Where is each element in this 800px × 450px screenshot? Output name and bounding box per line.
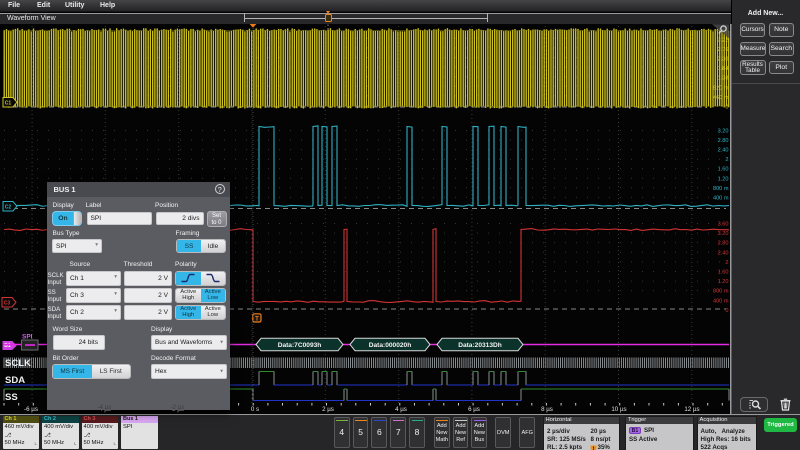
svg-text:SS: SS [5, 392, 18, 403]
svg-text:2 µs: 2 µs [322, 406, 334, 413]
svg-text:SDA: SDA [5, 375, 25, 386]
svg-text:400 m: 400 m [713, 298, 729, 304]
svg-text:-6 µs: -6 µs [24, 406, 38, 413]
svg-text:1.60: 1.60 [718, 270, 729, 276]
svg-text:12 µs: 12 µs [684, 406, 699, 413]
svg-text:460 m: 460 m [713, 95, 729, 101]
svg-text:SCLK: SCLK [5, 358, 31, 369]
svg-text:6 µs: 6 µs [468, 406, 480, 413]
svg-text:1.60: 1.60 [718, 167, 729, 173]
svg-text:0 s: 0 s [251, 406, 259, 413]
svg-text:C1: C1 [5, 100, 12, 106]
svg-text:Data:7C0093h: Data:7C0093h [278, 342, 322, 349]
svg-text:1.20: 1.20 [718, 279, 729, 285]
svg-text:2: 2 [725, 260, 728, 266]
svg-text:0: 0 [725, 308, 728, 314]
svg-text:8 µs: 8 µs [541, 406, 553, 413]
svg-text:800 m: 800 m [713, 186, 729, 192]
svg-text:2.40: 2.40 [718, 250, 729, 256]
svg-text:C2: C2 [5, 204, 12, 210]
svg-text:400 m: 400 m [713, 195, 729, 201]
svg-text:C3: C3 [4, 300, 11, 306]
svg-text:1.20: 1.20 [718, 176, 729, 182]
svg-text:3.60: 3.60 [718, 222, 729, 228]
svg-text:2.80: 2.80 [718, 138, 729, 144]
svg-text:3.22: 3.22 [718, 37, 729, 43]
svg-text:2.40: 2.40 [718, 148, 729, 154]
svg-text:3.20: 3.20 [718, 231, 729, 237]
svg-text:1.38: 1.38 [718, 76, 729, 82]
svg-text:2.30: 2.30 [718, 57, 729, 63]
svg-text:0: 0 [725, 105, 728, 111]
svg-text:2.76: 2.76 [718, 47, 729, 53]
svg-text:Data:000020h: Data:000020h [369, 342, 412, 349]
svg-text:2.80: 2.80 [718, 241, 729, 247]
svg-text:4 µs: 4 µs [395, 406, 407, 413]
svg-text:3.20: 3.20 [718, 129, 729, 135]
svg-text:1.84: 1.84 [718, 66, 729, 72]
svg-text:920 m: 920 m [713, 85, 729, 91]
svg-text:T: T [255, 317, 259, 323]
svg-text:SPI: SPI [22, 334, 33, 341]
svg-text:2: 2 [725, 157, 728, 163]
svg-text:Data:20313Dh: Data:20313Dh [458, 342, 502, 349]
svg-text:800 m: 800 m [713, 289, 729, 295]
svg-text:10 µs: 10 µs [611, 406, 626, 413]
